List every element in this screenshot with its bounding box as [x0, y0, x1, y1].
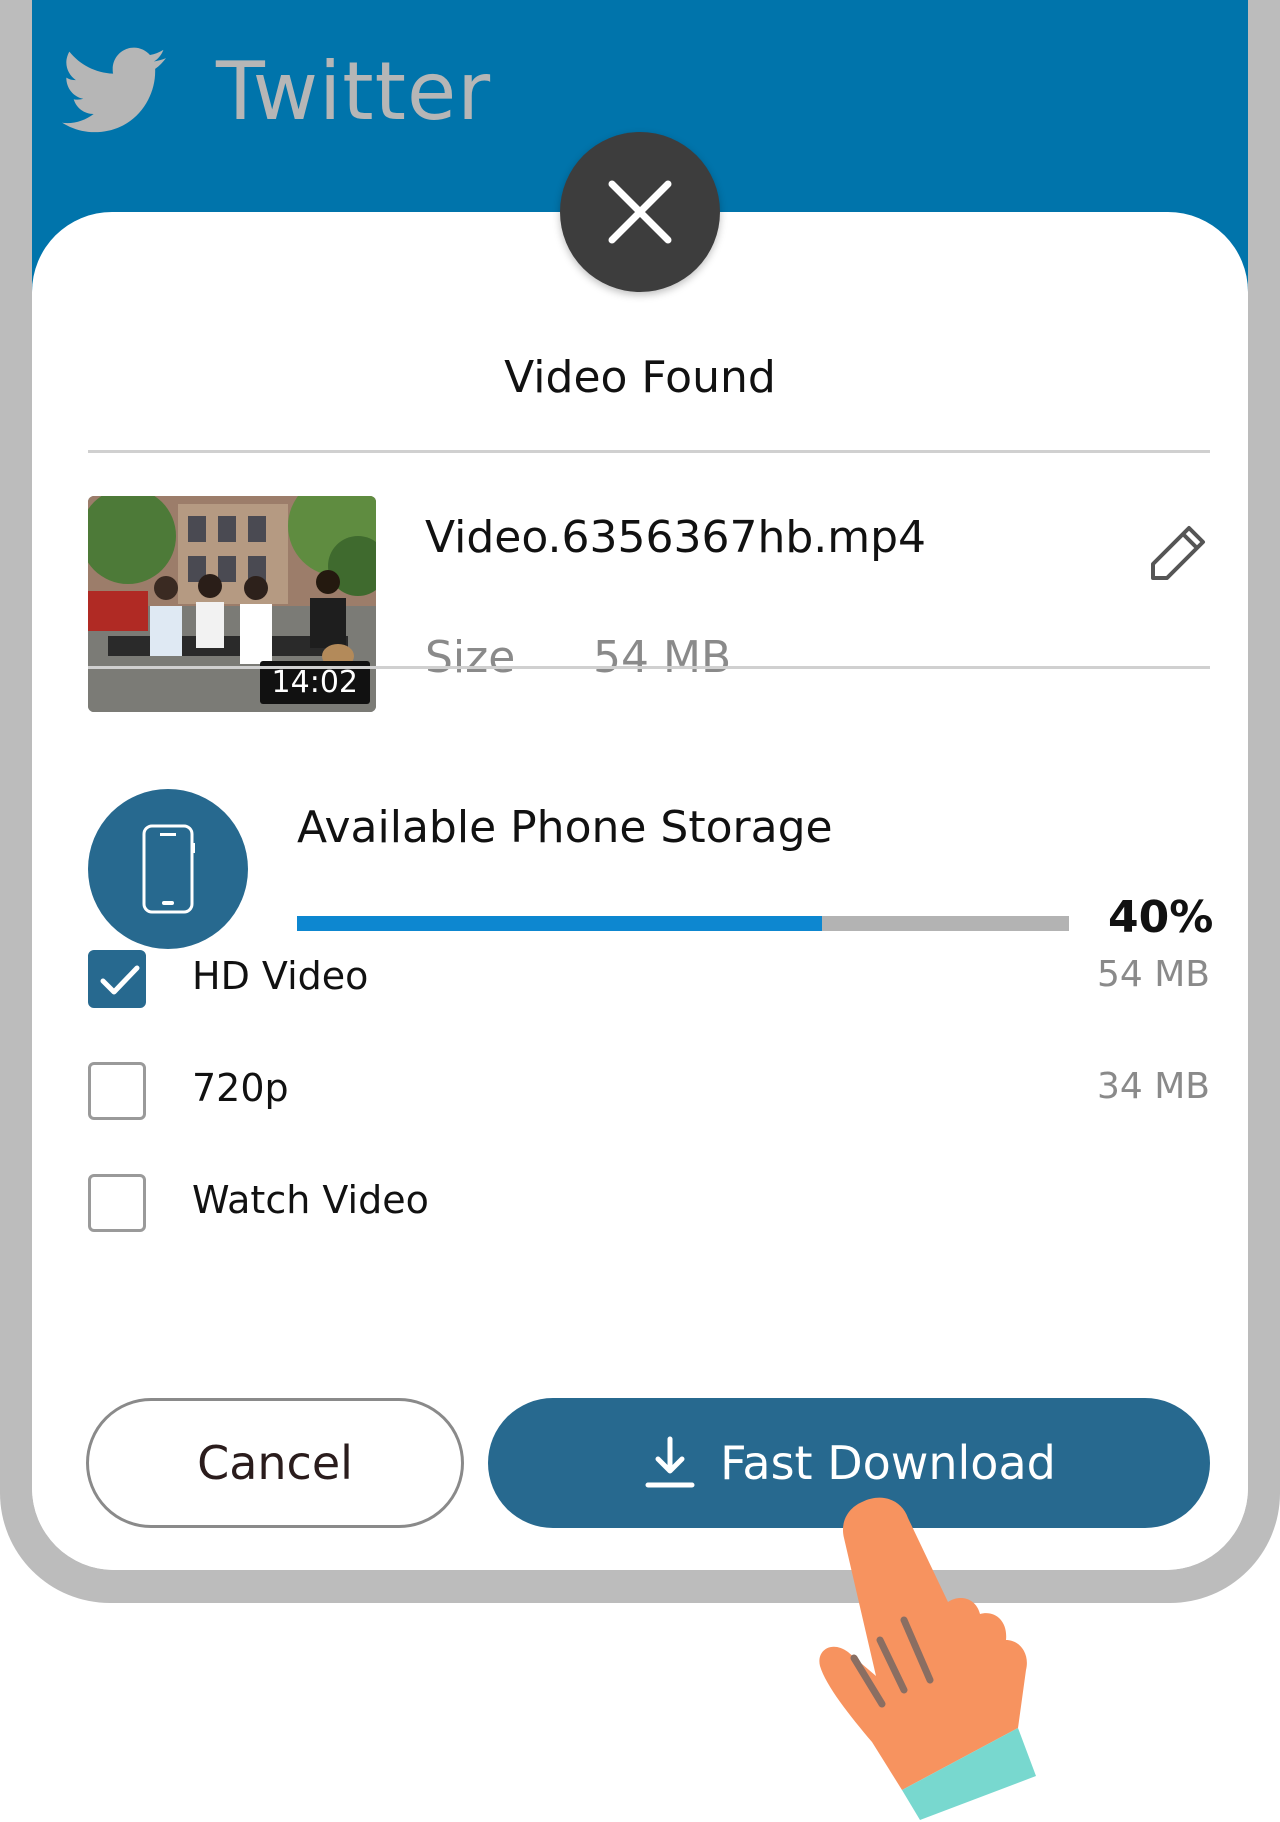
storage-progress-bar	[297, 916, 1069, 931]
pointing-hand-icon	[819, 1497, 1036, 1820]
size-value: 54 MB	[593, 632, 732, 683]
option-hd-video[interactable]: HD Video 54 MB	[88, 950, 1210, 1014]
storage-progress-fill	[297, 916, 822, 931]
close-icon	[608, 180, 672, 244]
divider	[88, 666, 1210, 669]
option-720p[interactable]: 720p 34 MB	[88, 1062, 1210, 1126]
dialog-title: Video Found	[504, 352, 776, 403]
twitter-bird-icon	[62, 47, 166, 133]
storage-percent: 40%	[1108, 892, 1214, 943]
download-icon	[645, 1436, 695, 1488]
size-label: Size	[425, 632, 516, 683]
fast-download-label: Fast Download	[720, 1436, 1056, 1490]
app-title: Twitter	[216, 45, 492, 138]
watch-video-checkbox[interactable]	[88, 1174, 146, 1232]
divider	[88, 450, 1210, 453]
close-button[interactable]	[560, 132, 720, 292]
option-size: 54 MB	[1096, 954, 1210, 995]
video-thumbnail[interactable]: 14:02	[88, 496, 376, 712]
phone-icon	[142, 824, 195, 914]
option-label: HD Video	[192, 954, 369, 998]
option-label: 720p	[192, 1066, 289, 1110]
phone-screen: Twitter Video Found 14:02 Video.6356367h…	[32, 0, 1248, 1570]
option-size: 34 MB	[1096, 1066, 1210, 1107]
video-filename: Video.6356367hb.mp4	[425, 512, 927, 563]
option-watch-video[interactable]: Watch Video	[88, 1174, 1210, 1238]
storage-icon-badge	[88, 789, 248, 949]
storage-title: Available Phone Storage	[297, 802, 833, 853]
hd-video-checkbox[interactable]	[88, 950, 146, 1008]
720p-checkbox[interactable]	[88, 1062, 146, 1120]
cancel-button[interactable]: Cancel	[86, 1398, 464, 1528]
option-label: Watch Video	[192, 1178, 429, 1222]
edit-pencil-icon[interactable]	[1149, 524, 1207, 582]
phone-frame: Twitter Video Found 14:02 Video.6356367h…	[0, 0, 1280, 1603]
checkmark-icon	[100, 965, 140, 995]
